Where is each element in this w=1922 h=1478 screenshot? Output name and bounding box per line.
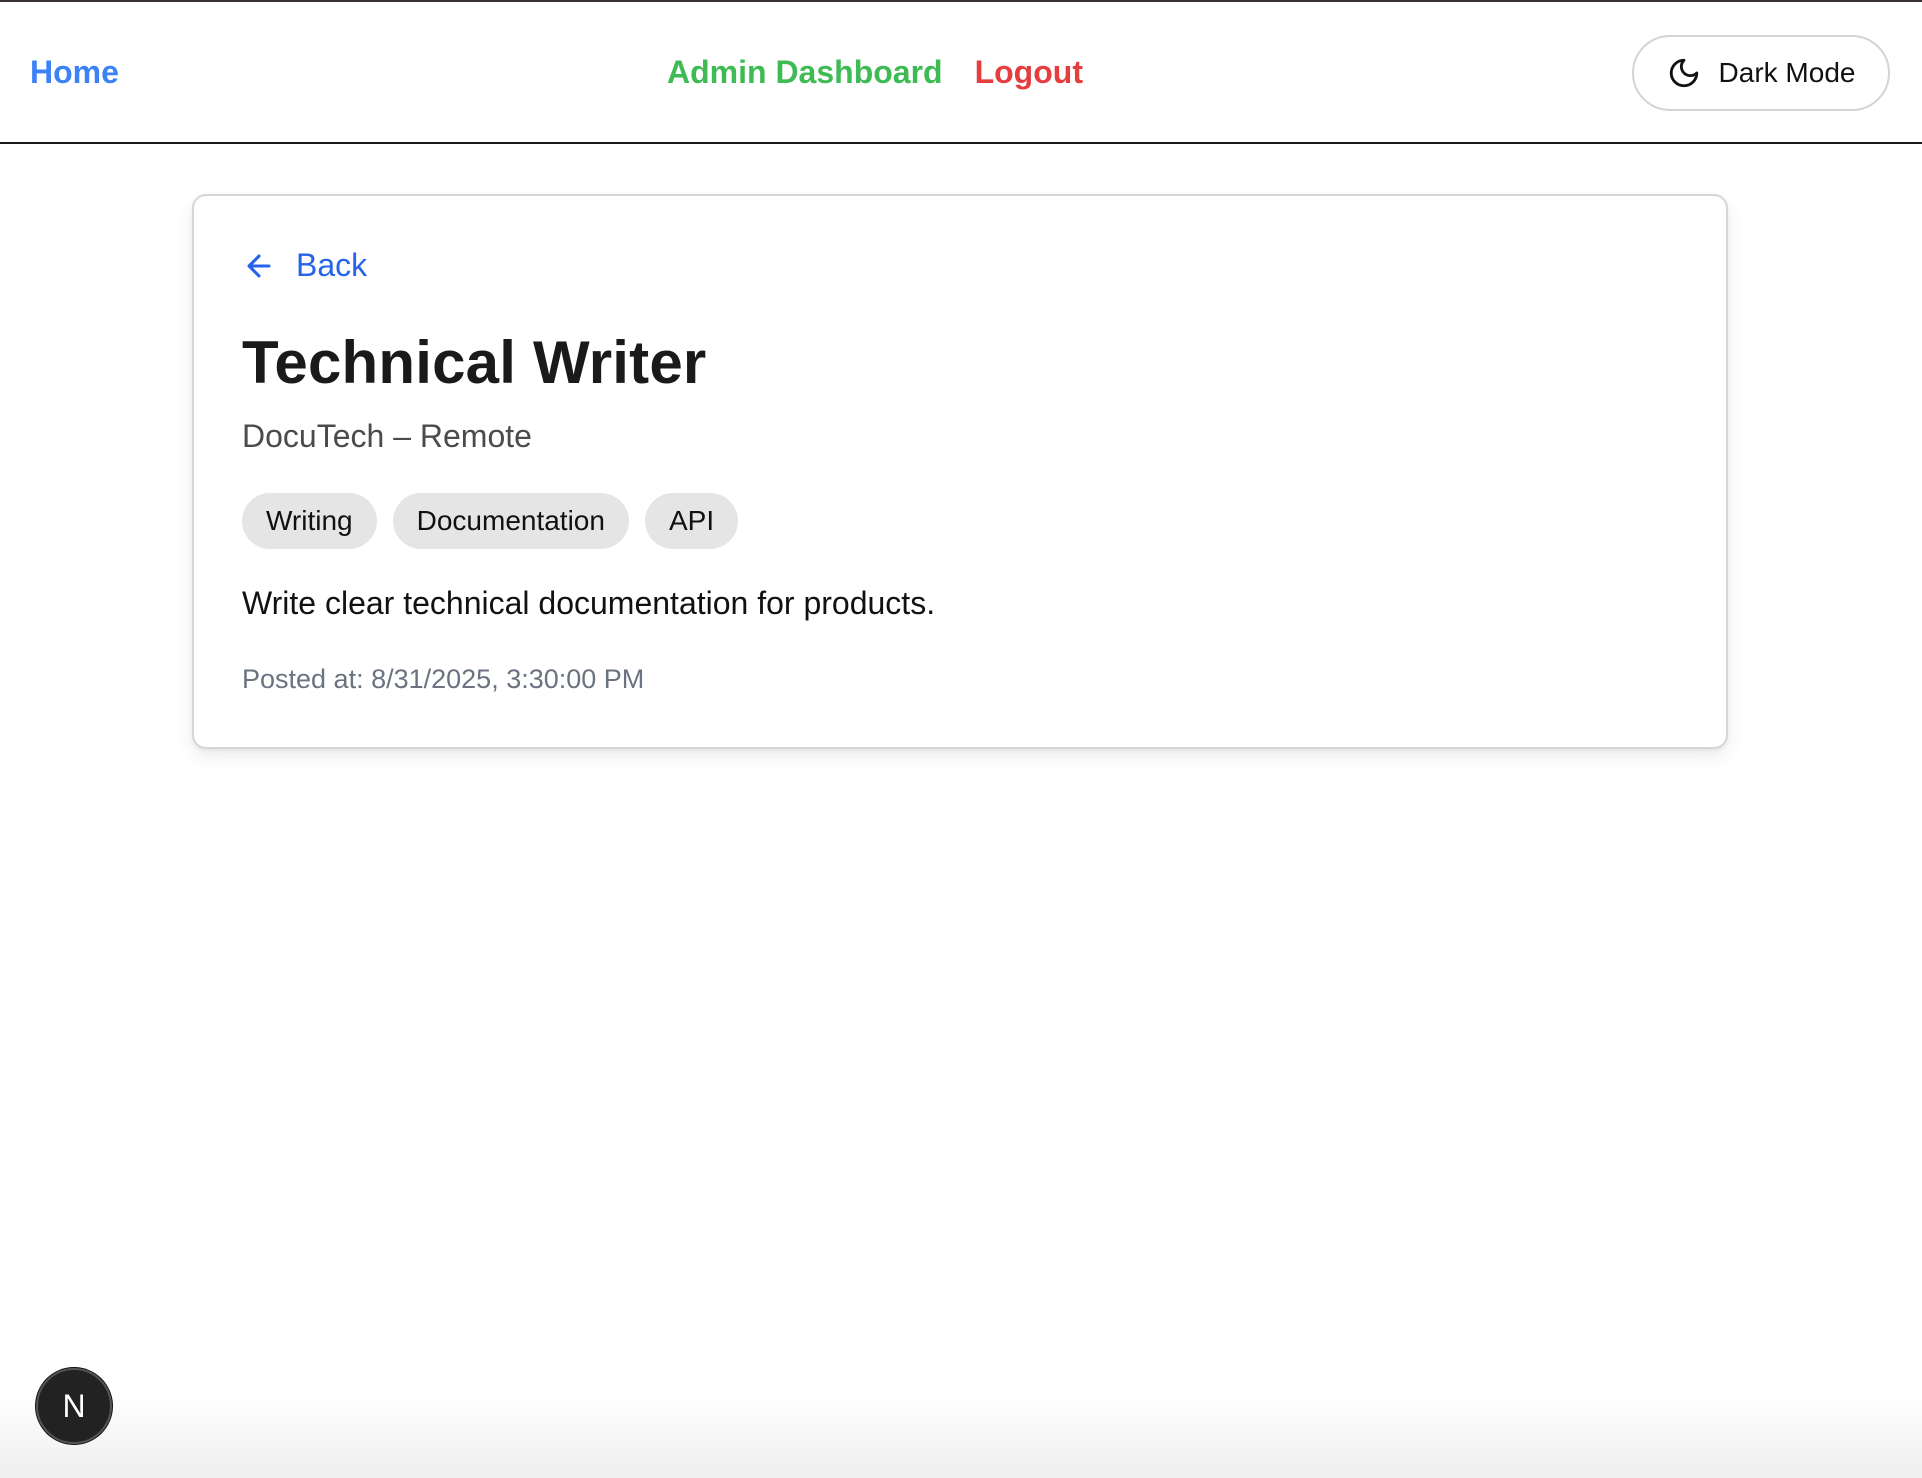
home-link[interactable]: Home <box>30 54 119 91</box>
dark-mode-label: Dark Mode <box>1718 57 1856 88</box>
n-logo-icon: N <box>62 1387 86 1424</box>
page: Home Admin Dashboard Logout Dark Mode Ba… <box>0 0 1922 1478</box>
dark-mode-toggle[interactable]: Dark Mode <box>1632 35 1890 111</box>
top-navbar: Home Admin Dashboard Logout Dark Mode <box>0 2 1922 144</box>
job-description: Write clear technical documentation for … <box>242 585 936 621</box>
job-tags: Writing Documentation API <box>242 493 739 549</box>
tag-writing: Writing <box>242 493 377 549</box>
bottom-shade <box>0 1392 1922 1478</box>
admin-dashboard-link[interactable]: Admin Dashboard <box>667 54 943 91</box>
job-title: Technical Writer <box>242 329 707 396</box>
nextjs-dev-badge[interactable]: N <box>36 1368 112 1444</box>
tag-documentation: Documentation <box>392 493 629 549</box>
moon-icon <box>1667 56 1701 90</box>
job-company-location: DocuTech – Remote <box>242 418 532 454</box>
tag-api: API <box>644 493 739 549</box>
back-label: Back <box>296 247 368 283</box>
arrow-left-icon <box>242 249 276 283</box>
nav-center-links: Admin Dashboard Logout <box>667 54 1083 91</box>
back-link[interactable]: Back <box>242 247 367 284</box>
logout-link[interactable]: Logout <box>975 54 1083 91</box>
posted-at-timestamp: Posted at: 8/31/2025, 3:30:00 PM <box>242 664 645 694</box>
job-detail-card: Back Technical Writer DocuTech – Remote … <box>192 194 1728 749</box>
